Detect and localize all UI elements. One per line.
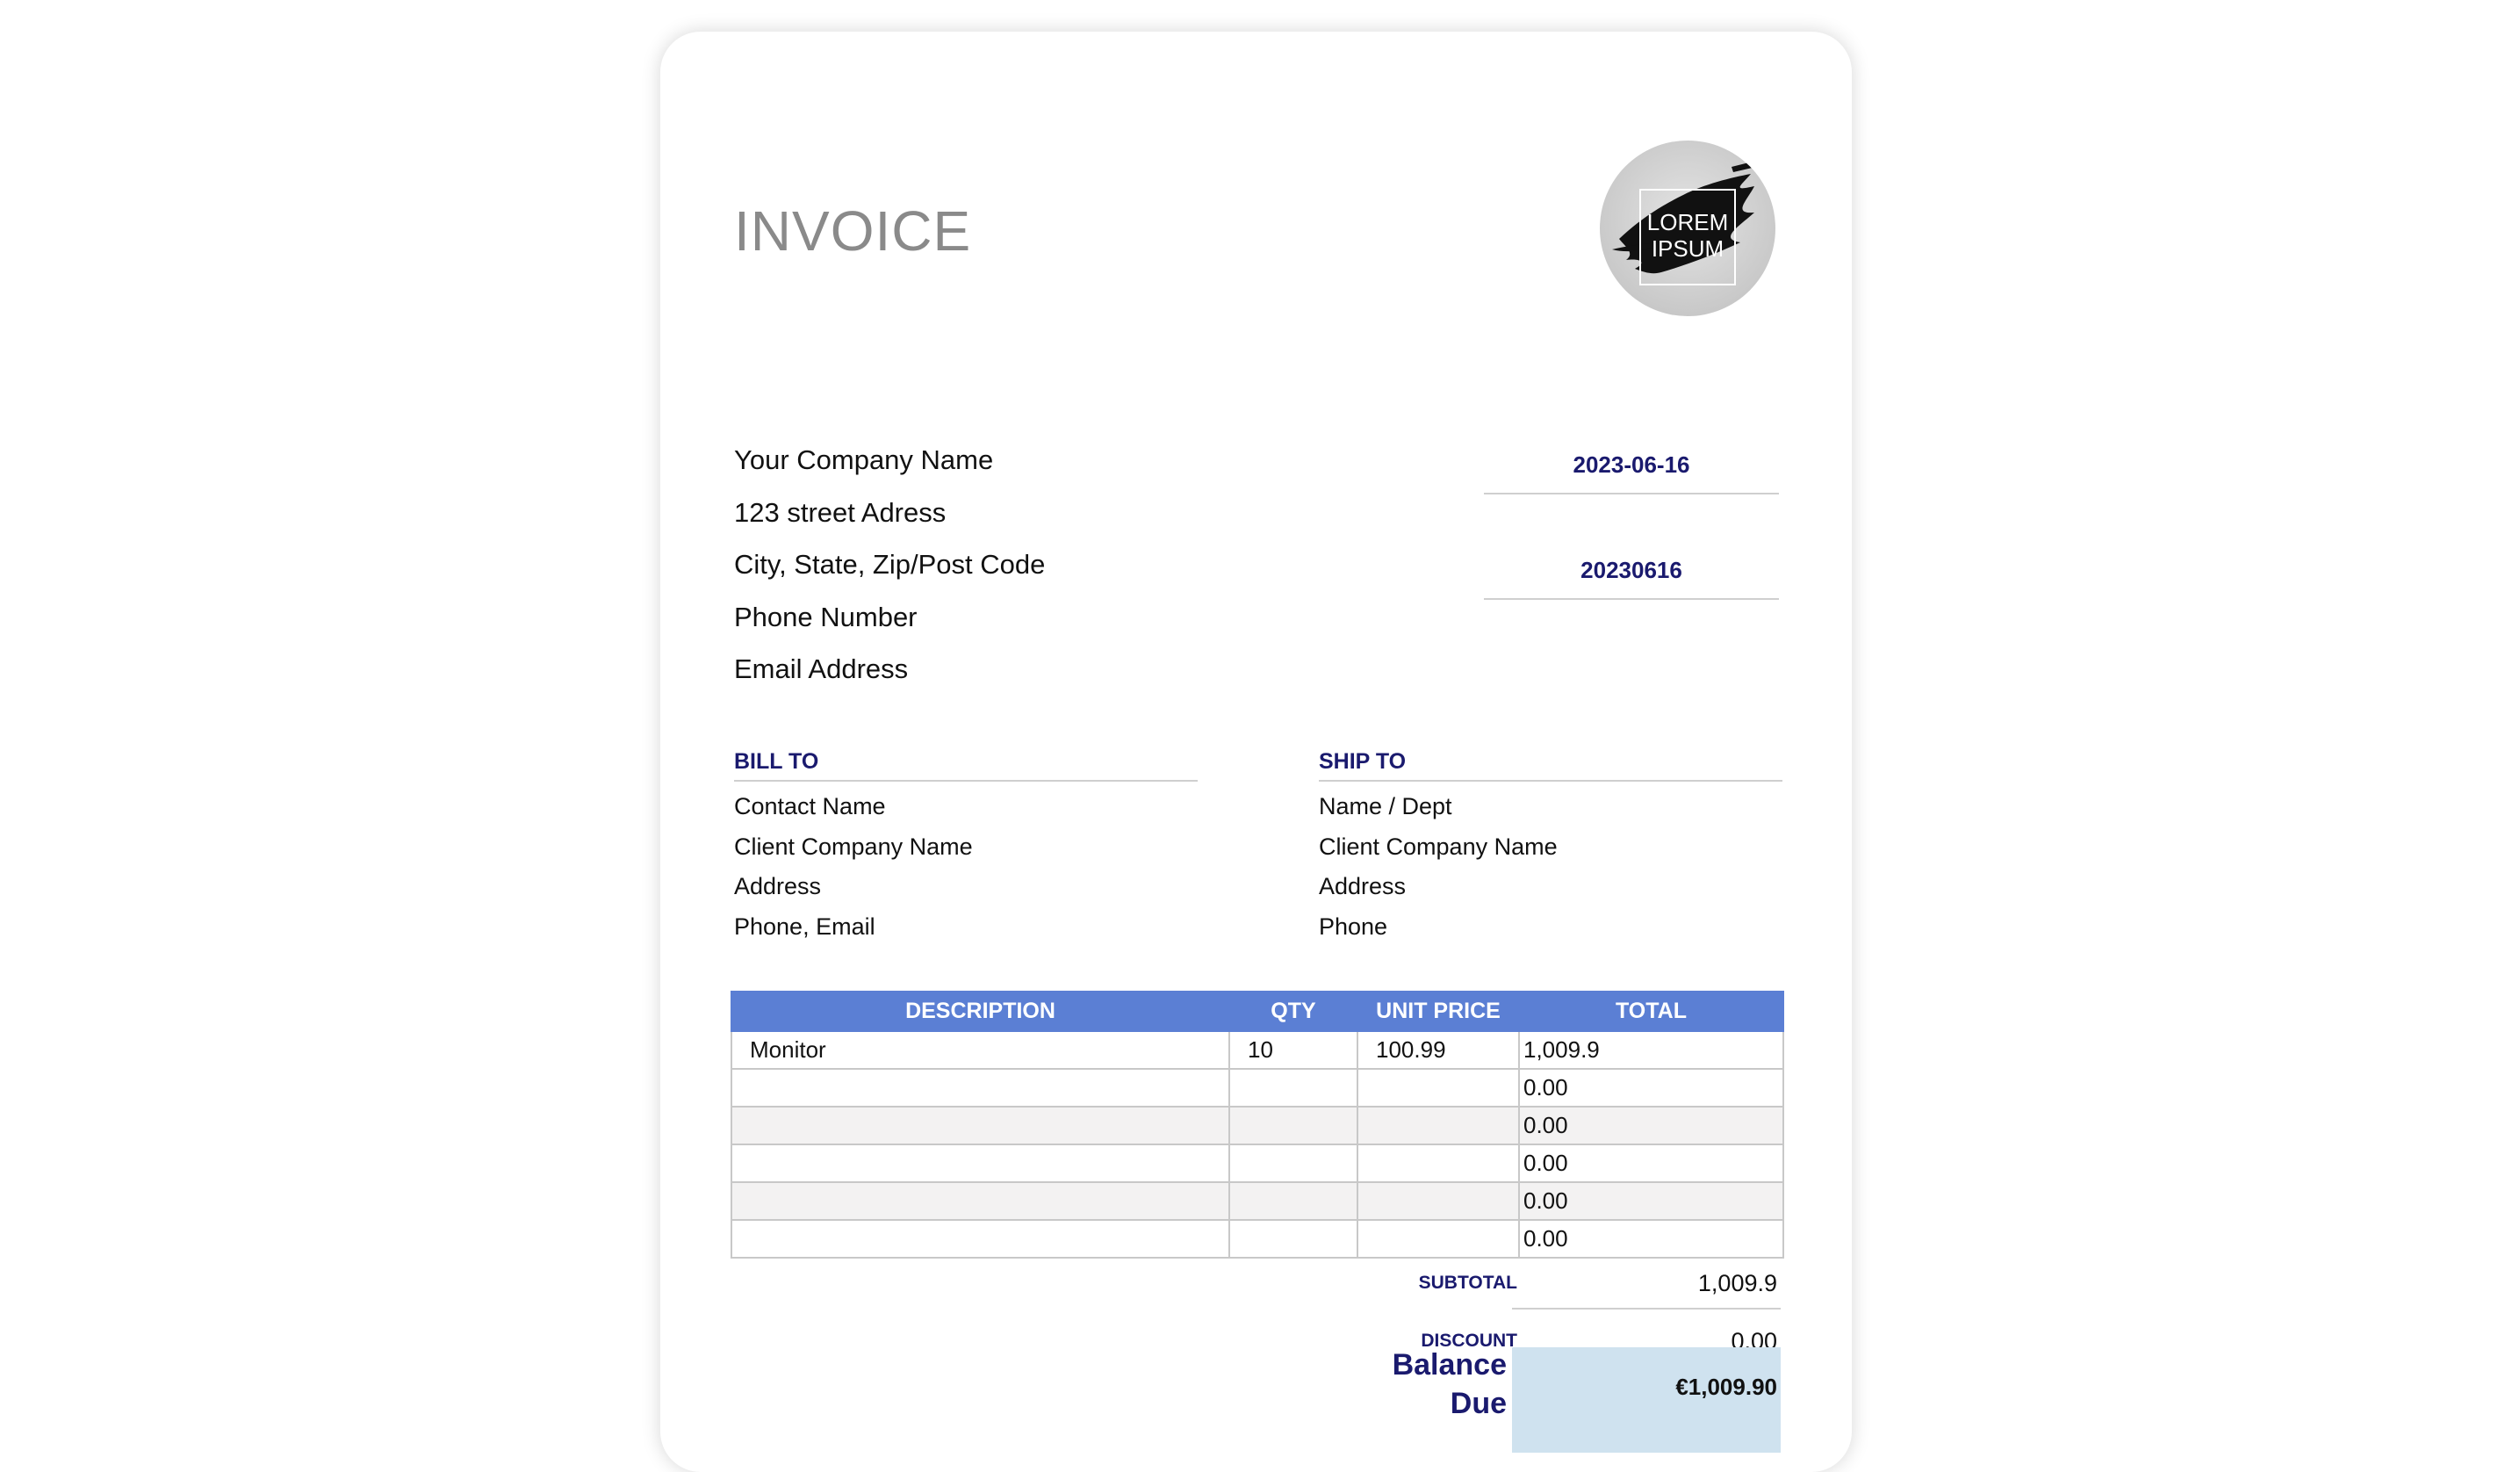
column-header-unit-price: UNIT PRICE [1357, 991, 1520, 1032]
cell-total: 0.00 [1518, 1219, 1784, 1259]
balance-due-label: Balance Due [1275, 1346, 1507, 1423]
logo-text-line1: LOREM [1647, 209, 1728, 235]
cell-unit-price[interactable] [1357, 1106, 1520, 1145]
cell-qty[interactable] [1228, 1144, 1358, 1183]
company-street: 123 street Adress [734, 496, 947, 528]
cell-total: 0.00 [1518, 1106, 1784, 1145]
cell-qty[interactable] [1228, 1068, 1358, 1108]
company-name: Your Company Name [734, 444, 994, 475]
line-items-table: DESCRIPTION QTY UNIT PRICE TOTAL Monitor… [731, 991, 1784, 1259]
company-info: Your Company Name 123 street Adress City… [734, 434, 1045, 696]
company-email: Email Address [734, 653, 909, 684]
cell-description[interactable] [731, 1144, 1230, 1183]
balance-due-label-line1: Balance [1392, 1348, 1507, 1382]
cell-qty[interactable] [1228, 1219, 1358, 1259]
ship-to-address: Address [1319, 873, 1407, 899]
cell-total: 0.00 [1518, 1144, 1784, 1183]
subtotal-label: SUBTOTAL [1418, 1273, 1517, 1293]
table-row: 0.00 [731, 1106, 1784, 1145]
column-header-description: DESCRIPTION [731, 991, 1230, 1032]
bill-to-contact: Contact Name [734, 793, 886, 819]
cell-total: 0.00 [1518, 1068, 1784, 1108]
balance-due-value: €1,009.90 [1675, 1374, 1777, 1400]
balance-due-box: €1,009.90 [1512, 1347, 1781, 1453]
cell-qty[interactable] [1228, 1106, 1358, 1145]
invoice-number-field[interactable]: 20230616 [1484, 557, 1779, 600]
table-row: 0.00 [731, 1181, 1784, 1221]
ship-to-company: Client Company Name [1319, 833, 1558, 860]
bill-to-company: Client Company Name [734, 833, 973, 860]
cell-description[interactable] [731, 1106, 1230, 1145]
cell-description[interactable] [731, 1068, 1230, 1108]
table-header-row: DESCRIPTION QTY UNIT PRICE TOTAL [731, 991, 1784, 1032]
column-header-total: TOTAL [1518, 991, 1784, 1032]
cell-qty[interactable]: 10 [1228, 1030, 1358, 1070]
cell-qty[interactable] [1228, 1181, 1358, 1221]
table-row: Monitor 10 100.99 1,009.9 [731, 1030, 1784, 1070]
ship-to-block: SHIP TO Name / Dept Client Company Name … [1319, 748, 1782, 947]
cell-total: 1,009.9 [1518, 1030, 1784, 1070]
table-row: 0.00 [731, 1144, 1784, 1183]
cell-unit-price[interactable] [1357, 1181, 1520, 1221]
invoice-sheet: INVOICE LOREM IPSUM Your Company Name 12… [660, 32, 1852, 1472]
subtotal-divider [1512, 1308, 1781, 1310]
logo-brush-graphic: LOREM IPSUM [1612, 160, 1760, 285]
balance-due-label-line2: Due [1450, 1387, 1507, 1420]
bill-to-block: BILL TO Contact Name Client Company Name… [734, 748, 1198, 947]
table-row: 0.00 [731, 1068, 1784, 1108]
company-city: City, State, Zip/Post Code [734, 549, 1046, 580]
ship-to-heading: SHIP TO [1319, 748, 1782, 782]
ship-to-name: Name / Dept [1319, 793, 1452, 819]
logo-text-line2: IPSUM [1652, 235, 1724, 262]
invoice-title: INVOICE [734, 199, 972, 263]
company-logo: LOREM IPSUM [1600, 141, 1775, 316]
ship-to-phone: Phone [1319, 913, 1388, 940]
subtotal-value: 1,009.9 [1697, 1270, 1777, 1296]
bill-to-phone-email: Phone, Email [734, 913, 875, 940]
cell-unit-price[interactable] [1357, 1144, 1520, 1183]
bill-to-address: Address [734, 873, 822, 899]
cell-total: 0.00 [1518, 1181, 1784, 1221]
cell-description[interactable]: Monitor [731, 1030, 1230, 1070]
company-phone: Phone Number [734, 601, 918, 632]
table-row: 0.00 [731, 1219, 1784, 1259]
invoice-date-field[interactable]: 2023-06-16 [1484, 451, 1779, 494]
cell-description[interactable] [731, 1219, 1230, 1259]
cell-description[interactable] [731, 1181, 1230, 1221]
cell-unit-price[interactable] [1357, 1219, 1520, 1259]
cell-unit-price[interactable]: 100.99 [1357, 1030, 1520, 1070]
subtotal-row: SUBTOTAL 1,009.9 [1275, 1261, 1781, 1305]
bill-to-heading: BILL TO [734, 748, 1198, 782]
column-header-qty: QTY [1228, 991, 1358, 1032]
cell-unit-price[interactable] [1357, 1068, 1520, 1108]
